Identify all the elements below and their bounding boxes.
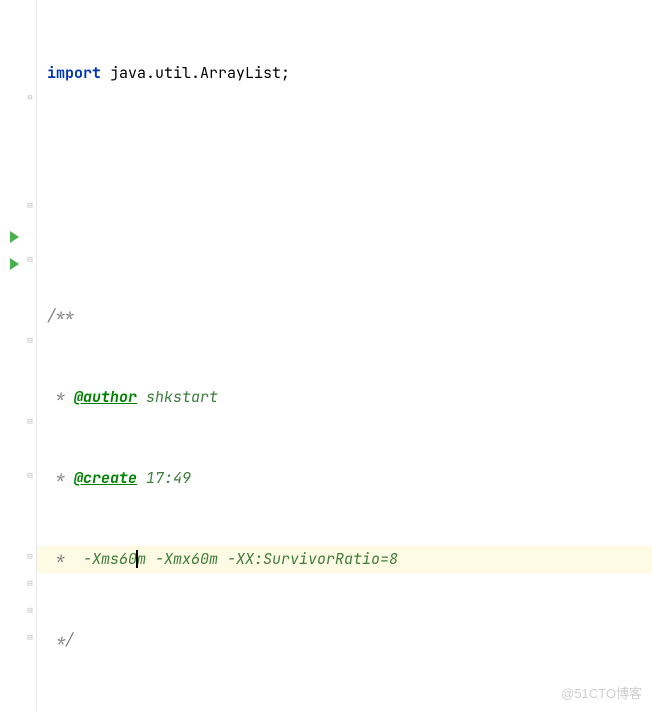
code-line[interactable]: * @create 17:49 <box>47 465 652 492</box>
text-cursor <box>136 550 138 568</box>
code-line[interactable]: /** <box>47 303 652 330</box>
fold-icon[interactable]: ⊟ <box>25 335 35 345</box>
code-line-current[interactable]: * -Xms60m -Xmx60m -XX:SurvivorRatio=8 <box>37 546 652 573</box>
fold-icon[interactable]: ⊟ <box>25 254 35 264</box>
fold-icon[interactable]: ⊟ <box>25 200 35 210</box>
javadoc-author-tag: @author <box>74 384 137 411</box>
javadoc-star: * <box>47 546 74 573</box>
fold-icon[interactable]: ⊟ <box>25 605 35 615</box>
code-line[interactable]: * @author shkstart <box>47 384 652 411</box>
keyword-import: import <box>47 60 101 87</box>
javadoc-open: /** <box>47 303 74 330</box>
fold-icon[interactable]: ⊟ <box>25 470 35 480</box>
code-editor[interactable]: ⊖ ⊟ ⊟ ⊟ ⊟ ⊟ ⊟ ⊟ ⊟ ⊟ import java.util.Arr… <box>0 0 652 711</box>
javadoc-close: */ <box>47 627 74 654</box>
javadoc-create-tag: @create <box>74 465 137 492</box>
run-gutter-icon[interactable] <box>10 231 26 247</box>
fold-icon[interactable]: ⊟ <box>25 416 35 426</box>
code-line[interactable] <box>47 222 652 249</box>
code-line[interactable]: */ <box>47 627 652 654</box>
fold-icon[interactable]: ⊟ <box>25 632 35 642</box>
javadoc-star: * <box>47 465 74 492</box>
gutter: ⊖ ⊟ ⊟ ⊟ ⊟ ⊟ ⊟ ⊟ ⊟ ⊟ <box>0 0 37 711</box>
code-area[interactable]: import java.util.ArrayList; /** * @autho… <box>37 0 652 711</box>
jvm-args-pre: - <box>74 546 92 573</box>
javadoc-author-value: shkstart <box>137 384 218 411</box>
fold-icon[interactable]: ⊖ <box>25 92 35 102</box>
watermark: @51CTO博客 <box>561 682 642 705</box>
javadoc-create-value: 17:49 <box>137 465 191 492</box>
fold-icon[interactable]: ⊟ <box>25 578 35 588</box>
run-gutter-icon[interactable] <box>10 258 26 274</box>
import-package: java.util.ArrayList; <box>101 60 290 87</box>
fold-icon[interactable]: ⊟ <box>25 551 35 561</box>
jvm-args: Xms60m -Xmx60m -XX:SurvivorRatio=8 <box>92 546 398 573</box>
code-line[interactable] <box>47 141 652 168</box>
javadoc-star: * <box>47 384 74 411</box>
code-line[interactable]: import java.util.ArrayList; <box>47 60 652 87</box>
